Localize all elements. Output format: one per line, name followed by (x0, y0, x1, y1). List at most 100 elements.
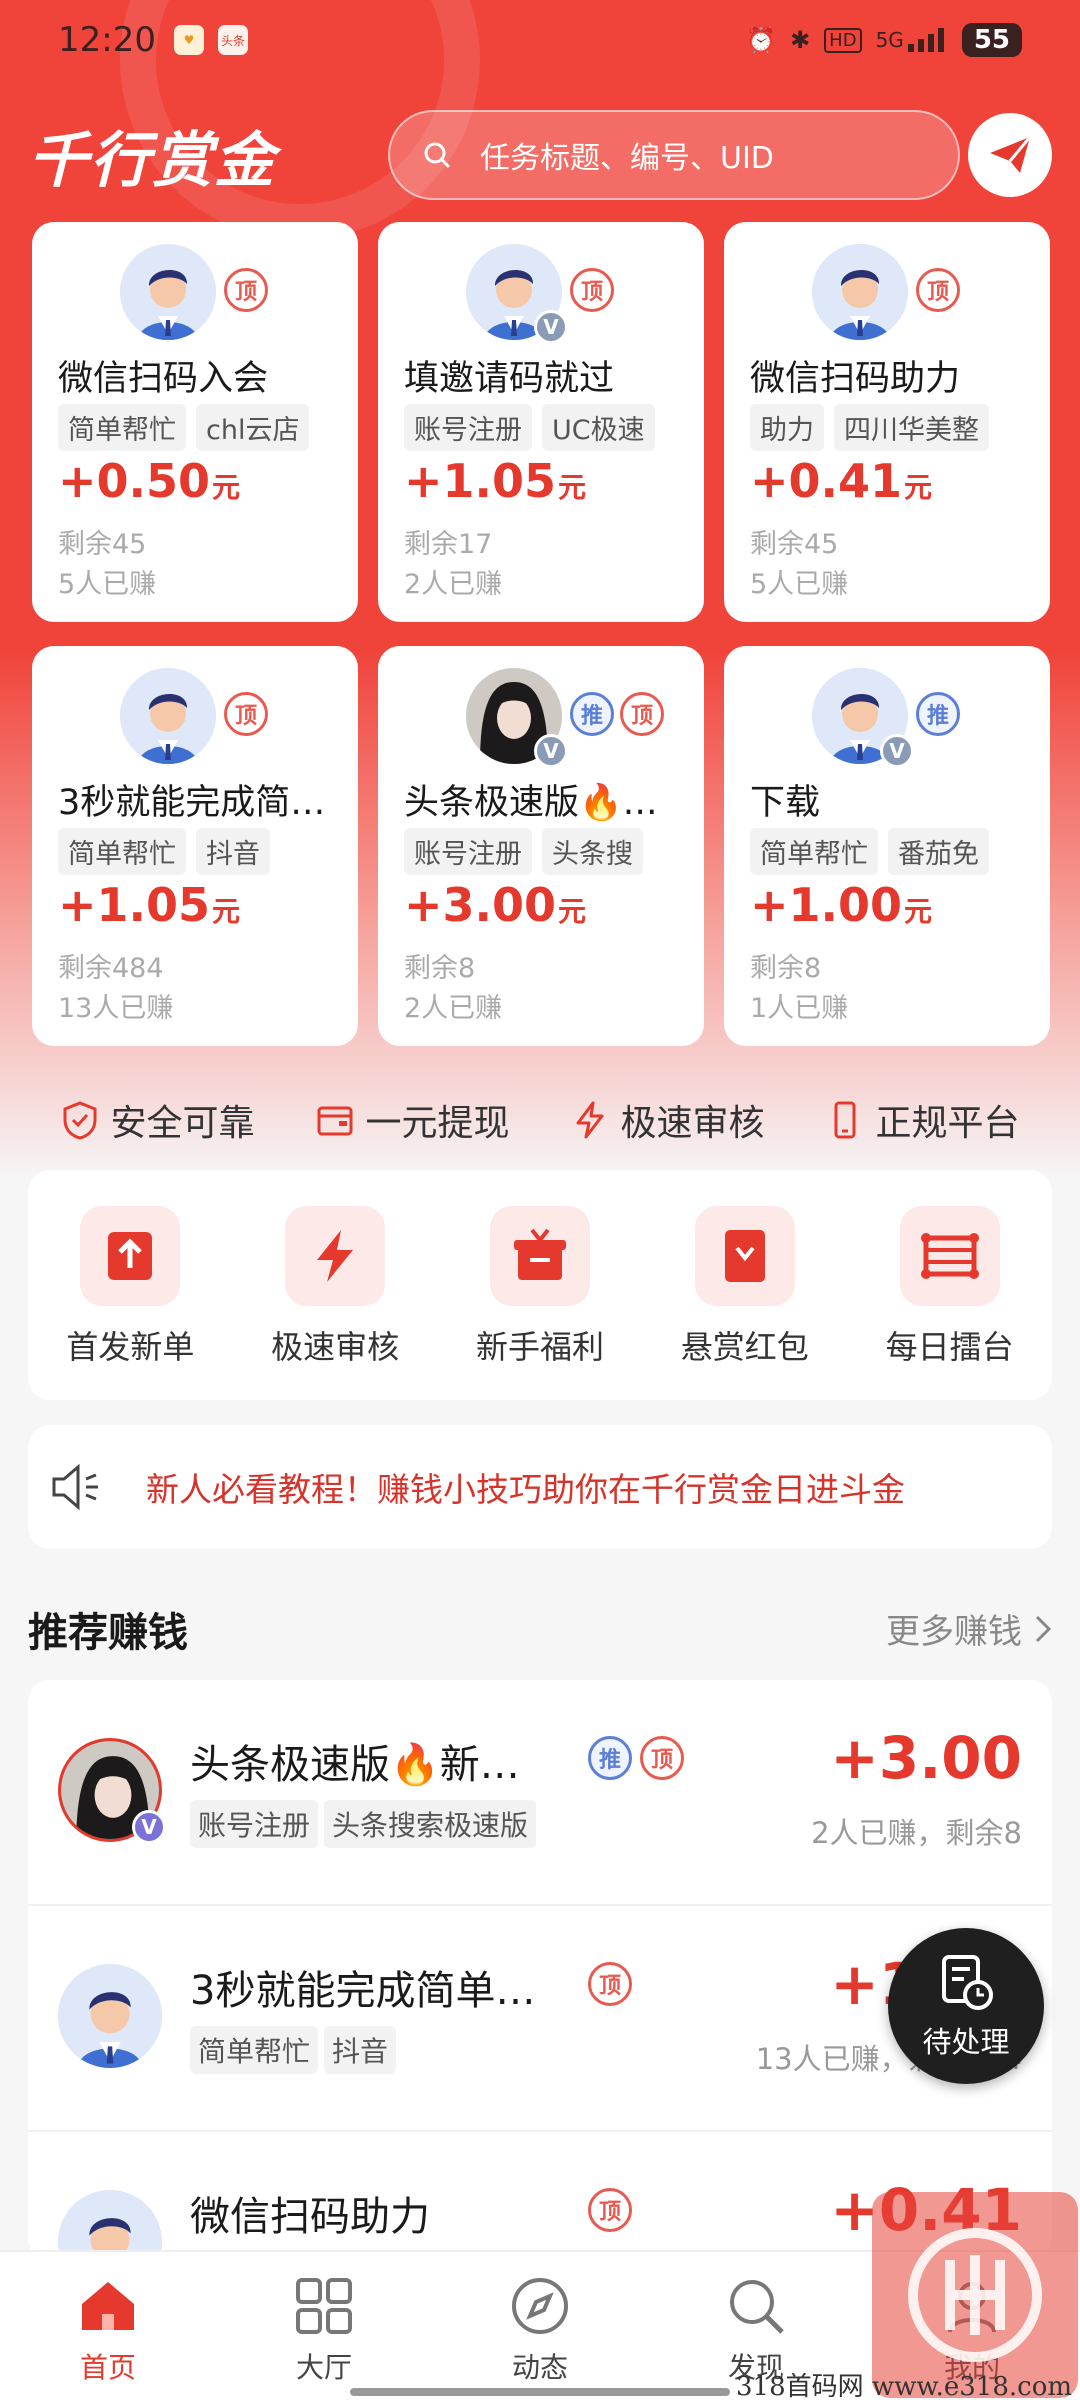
card-badges: 顶 (570, 268, 614, 312)
guarantee-fast-review: 极速审核 (570, 1085, 765, 1155)
pinned-badge: 顶 (570, 268, 614, 312)
card-badges: 顶 (224, 268, 268, 312)
pinned-badge: 顶 (640, 1736, 684, 1780)
heart-notification-icon: ♥ (173, 25, 204, 55)
row-meta: 2人已赚，剩余8 (811, 1816, 1022, 1850)
card-badges: 推 (916, 692, 960, 736)
publisher-avatar-wrap: V (812, 668, 914, 768)
task-card[interactable]: 顶微信扫码助力 助力 四川华美整 +0.41元 剩余45 5人已赚 (724, 222, 1050, 622)
wallet-icon (317, 1106, 353, 1136)
price-unit: 元 (558, 895, 587, 928)
card-earned: 5人已赚 (58, 569, 157, 600)
more-earning-link[interactable]: 更多赚钱 (886, 1604, 1052, 1653)
row-tag: 账号注册 (190, 1800, 319, 1848)
card-title: 头条极速版🔥… (404, 783, 658, 823)
card-badges: 顶 (224, 692, 268, 736)
card-remaining: 剩余45 (750, 529, 839, 560)
card-tags: 账号注册 头条搜 (404, 828, 684, 875)
pinned-badge: 顶 (916, 268, 960, 312)
row-tag: 简单帮忙 (190, 2026, 319, 2074)
quick-reward-redpacket[interactable]: 悬赏红包 (655, 1206, 835, 1400)
bluetooth-icon: ✱ (790, 26, 811, 54)
card-price: +3.00元 (404, 878, 586, 932)
pinned-badge: 顶 (588, 2188, 632, 2232)
nav-home[interactable]: 首页 (28, 2274, 188, 2400)
pinned-badge: 顶 (588, 1962, 632, 2006)
card-earned: 5人已赚 (750, 569, 849, 600)
card-tag: 头条搜 (542, 828, 643, 875)
card-tags: 简单帮忙 chl云店 (58, 404, 338, 451)
card-title: 微信扫码入会 (58, 359, 269, 399)
price-value: +3.00 (404, 878, 557, 932)
verified-icon: V (880, 734, 914, 768)
search-icon (424, 142, 451, 169)
guarantee-withdraw: 一元提现 (315, 1085, 510, 1155)
shield-icon (63, 1101, 97, 1140)
publisher-avatar-wrap (120, 668, 216, 764)
price-unit: 元 (558, 471, 587, 504)
network-type: 5G (875, 28, 904, 52)
card-tag: 简单帮忙 (750, 828, 878, 875)
quick-newbie-welfare[interactable]: 新手福利 (450, 1206, 630, 1400)
quick-fast-review[interactable]: 极速审核 (245, 1206, 425, 1400)
nav-hall[interactable]: 大厅 (244, 2274, 404, 2400)
price-unit: 元 (212, 895, 241, 928)
paper-plane-icon (990, 136, 1032, 173)
section-title: 推荐赚钱 (28, 1610, 188, 1656)
search-input[interactable]: 任务标题、编号、UID (388, 110, 960, 200)
card-tag: 简单帮忙 (58, 828, 186, 875)
status-notification-icons: ♥ 头条 (173, 25, 248, 55)
price-unit: 元 (904, 895, 933, 928)
verified-icon: V (132, 1810, 166, 1844)
card-tag: 账号注册 (404, 404, 532, 451)
card-tags: 助力 四川华美整 (750, 404, 1030, 451)
card-badges: 顶 (916, 268, 960, 312)
quick-first-order[interactable]: 首发新单 (40, 1206, 220, 1400)
recommend-badge: 推 (588, 1736, 632, 1780)
task-card[interactable]: V 顶填邀请码就过 账号注册 UC极速 +1.05元 剩余17 2人已赚 (378, 222, 704, 622)
price-value: +1.05 (58, 878, 211, 932)
price-value: +1.05 (404, 454, 557, 508)
task-card[interactable]: 顶 3秒就能完成简… 简单帮忙 抖音 +1.05元 剩余484 13人已赚 (32, 646, 358, 1046)
card-price: +1.05元 (58, 878, 240, 932)
recommend-row[interactable]: V 头条极速版🔥新… 推顶账号注册 头条搜索极速版 +3.00 2人已赚，剩余8 (28, 1680, 1052, 1906)
row-tag: 头条搜索极速版 (324, 1800, 537, 1848)
phone-icon (834, 1101, 856, 1139)
notice-banner[interactable]: 新人必看教程！赚钱小技巧助你在千行赏金日进斗金 (28, 1425, 1052, 1549)
card-tag: 账号注册 (404, 828, 532, 875)
card-remaining: 剩余45 (58, 529, 147, 560)
verified-icon: V (534, 310, 568, 344)
quick-menu: 首发新单 极速审核 新手福利 悬赏红包 每日擂台 (28, 1170, 1052, 1400)
row-price: +3.00 (830, 1724, 1022, 1792)
nav-dynamic[interactable]: 动态 (460, 2274, 620, 2400)
card-price: +1.05元 (404, 454, 586, 508)
hd-icon: HD (824, 27, 862, 53)
card-tag: 助力 (750, 404, 824, 451)
home-indicator (350, 2388, 730, 2396)
quick-daily-arena[interactable]: 每日擂台 (860, 1206, 1040, 1400)
row-tag: 抖音 (324, 2026, 397, 2074)
publisher-avatar-wrap (120, 244, 216, 340)
price-value: +0.50 (58, 454, 211, 508)
publisher-avatar-wrap (812, 244, 908, 340)
card-title: 填邀请码就过 (404, 359, 615, 399)
row-title: 头条极速版🔥新… (190, 1742, 520, 1788)
alarm-icon: ⏰ (746, 26, 777, 54)
recommend-badge: 推 (916, 692, 960, 736)
task-card[interactable]: V 推下载 简单帮忙 番茄免 +1.00元 剩余8 1人已赚 (724, 646, 1050, 1046)
task-card[interactable]: 顶微信扫码入会 简单帮忙 chl云店 +0.50元 剩余45 5人已赚 (32, 222, 358, 622)
card-earned: 2人已赚 (404, 569, 503, 600)
card-earned: 13人已赚 (58, 993, 174, 1024)
app-header: 千行赏金 任务标题、编号、UID (0, 100, 1080, 210)
publisher-avatar (120, 668, 216, 764)
row-badges: 推顶 (588, 1736, 684, 1780)
card-title: 3秒就能完成简… (58, 783, 326, 823)
brand-logo: 千行赏金 (28, 125, 276, 196)
card-tag: UC极速 (542, 404, 655, 451)
task-card[interactable]: V 推顶头条极速版🔥… 账号注册 头条搜 +3.00元 剩余8 2人已赚 (378, 646, 704, 1046)
recommend-badge: 推 (570, 692, 614, 736)
pending-tasks-button[interactable]: 待处理 (888, 1928, 1044, 2084)
publish-button[interactable] (968, 113, 1052, 197)
row-badges: 顶 (588, 2188, 632, 2232)
gift-box-icon (489, 1206, 590, 1306)
